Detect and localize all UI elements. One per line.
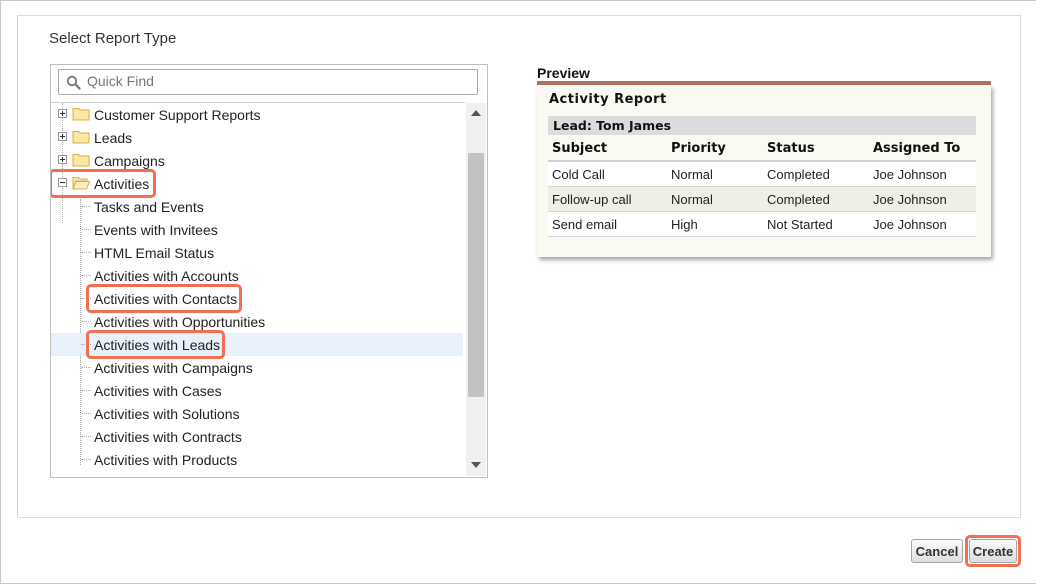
tree-connector xyxy=(81,367,91,368)
preview-label: Preview xyxy=(537,65,590,81)
tree-connector xyxy=(81,252,91,253)
tree-item-label: Activities with Accounts xyxy=(94,268,239,284)
tree-folder-label: Campaigns xyxy=(94,153,165,169)
expand-icon[interactable] xyxy=(58,109,67,118)
expand-icon[interactable] xyxy=(58,155,67,164)
table-cell: Normal xyxy=(667,186,763,212)
scroll-down-icon[interactable] xyxy=(471,462,481,468)
tree-item-label: Activities with Contracts xyxy=(94,429,242,445)
preview-table: Subject Priority Status Assigned To Cold… xyxy=(548,137,976,237)
folder-icon xyxy=(72,108,90,121)
tree-item-label: HTML Email Status xyxy=(94,245,215,261)
tree-connector xyxy=(81,413,91,414)
table-cell: Cold Call xyxy=(548,161,667,187)
table-cell: Normal xyxy=(667,161,763,187)
tree-item-activities-with-solutions[interactable]: Activities with Solutions xyxy=(51,402,463,425)
tree-connector xyxy=(81,436,91,437)
tree-item-label: Events with Invitees xyxy=(94,222,218,238)
quick-find-input[interactable] xyxy=(87,70,467,92)
folder-icon xyxy=(72,154,90,167)
cancel-button[interactable]: Cancel xyxy=(911,539,963,563)
tree-item-label: Activities with Campaigns xyxy=(94,360,253,376)
table-cell: Not Started xyxy=(763,211,869,237)
tree-folder-label: Leads xyxy=(94,130,133,146)
table-cell: Joe Johnson xyxy=(869,161,976,187)
report-preview: Activity Report Lead: Tom James Subject … xyxy=(537,85,991,257)
table-cell: Completed xyxy=(763,161,869,187)
tree-folder-customer-support-reports[interactable]: Customer Support Reports xyxy=(51,103,463,126)
tree-folder-leads[interactable]: Leads xyxy=(51,126,463,149)
tree-connector xyxy=(81,229,91,230)
tree-item-activities-with-cases[interactable]: Activities with Cases xyxy=(51,379,463,402)
tree-item-activities-with-products[interactable]: Activities with Products xyxy=(51,448,463,471)
column-header: Assigned To xyxy=(869,137,976,162)
table-row: Follow-up call Normal Completed Joe John… xyxy=(548,186,976,212)
tree-item-label: Activities with Cases xyxy=(94,383,222,399)
column-header: Status xyxy=(763,137,869,162)
preview-header-row: Subject Priority Status Assigned To xyxy=(548,137,976,162)
tree-connector xyxy=(81,390,91,391)
preview-group-label: Lead: Tom James xyxy=(553,118,672,133)
tree-item-label: Activities with Products xyxy=(94,452,238,468)
scroll-up-icon[interactable] xyxy=(471,110,481,116)
column-header: Priority xyxy=(667,137,763,162)
table-cell: Send email xyxy=(548,211,667,237)
highlight-box-create xyxy=(965,535,1021,567)
expand-icon[interactable] xyxy=(58,132,67,141)
highlight-box-activities-with-leads xyxy=(86,330,225,359)
tree-item-events-with-invitees[interactable]: Events with Invitees xyxy=(51,218,463,241)
column-header: Subject xyxy=(548,137,667,162)
table-row: Cold Call Normal Completed Joe Johnson xyxy=(548,161,976,187)
table-cell: Completed xyxy=(763,186,869,212)
tree-connector xyxy=(81,459,91,460)
table-cell: Follow-up call xyxy=(548,186,667,212)
tree-scrollbar[interactable] xyxy=(466,103,486,476)
report-type-tree: Customer Support Reports Leads Campaigns… xyxy=(51,103,465,477)
tree-item-label: Activities with Solutions xyxy=(94,406,240,422)
tree-connector xyxy=(81,275,91,276)
tree-item-html-email-status[interactable]: HTML Email Status xyxy=(51,241,463,264)
report-type-tree-box: Customer Support Reports Leads Campaigns… xyxy=(50,64,488,478)
highlight-box-activities-with-contacts xyxy=(86,284,242,313)
tree-item-activities-with-contracts[interactable]: Activities with Contracts xyxy=(51,425,463,448)
table-cell: Joe Johnson xyxy=(869,186,976,212)
highlight-box-activities xyxy=(51,169,156,198)
preview-group-header: Lead: Tom James xyxy=(548,116,976,135)
scrollbar-thumb[interactable] xyxy=(468,153,484,397)
preview-report-title: Activity Report xyxy=(549,92,667,107)
tree-folder-label: Customer Support Reports xyxy=(94,107,261,123)
tree-item-label: Tasks and Events xyxy=(94,199,204,215)
tree-connector xyxy=(81,206,91,207)
search-icon xyxy=(66,75,81,90)
quick-find-box[interactable] xyxy=(58,69,478,95)
table-cell: High xyxy=(667,211,763,237)
table-row: Send email High Not Started Joe Johnson xyxy=(548,211,976,237)
folder-icon xyxy=(72,131,90,144)
tree-item-activities-with-campaigns[interactable]: Activities with Campaigns xyxy=(51,356,463,379)
tree-connector xyxy=(81,321,91,322)
tree-item-tasks-and-events[interactable]: Tasks and Events xyxy=(51,195,463,218)
table-cell: Joe Johnson xyxy=(869,211,976,237)
tree-item-label: Activities with Opportunities xyxy=(94,314,266,330)
page-title: Select Report Type xyxy=(49,30,177,47)
